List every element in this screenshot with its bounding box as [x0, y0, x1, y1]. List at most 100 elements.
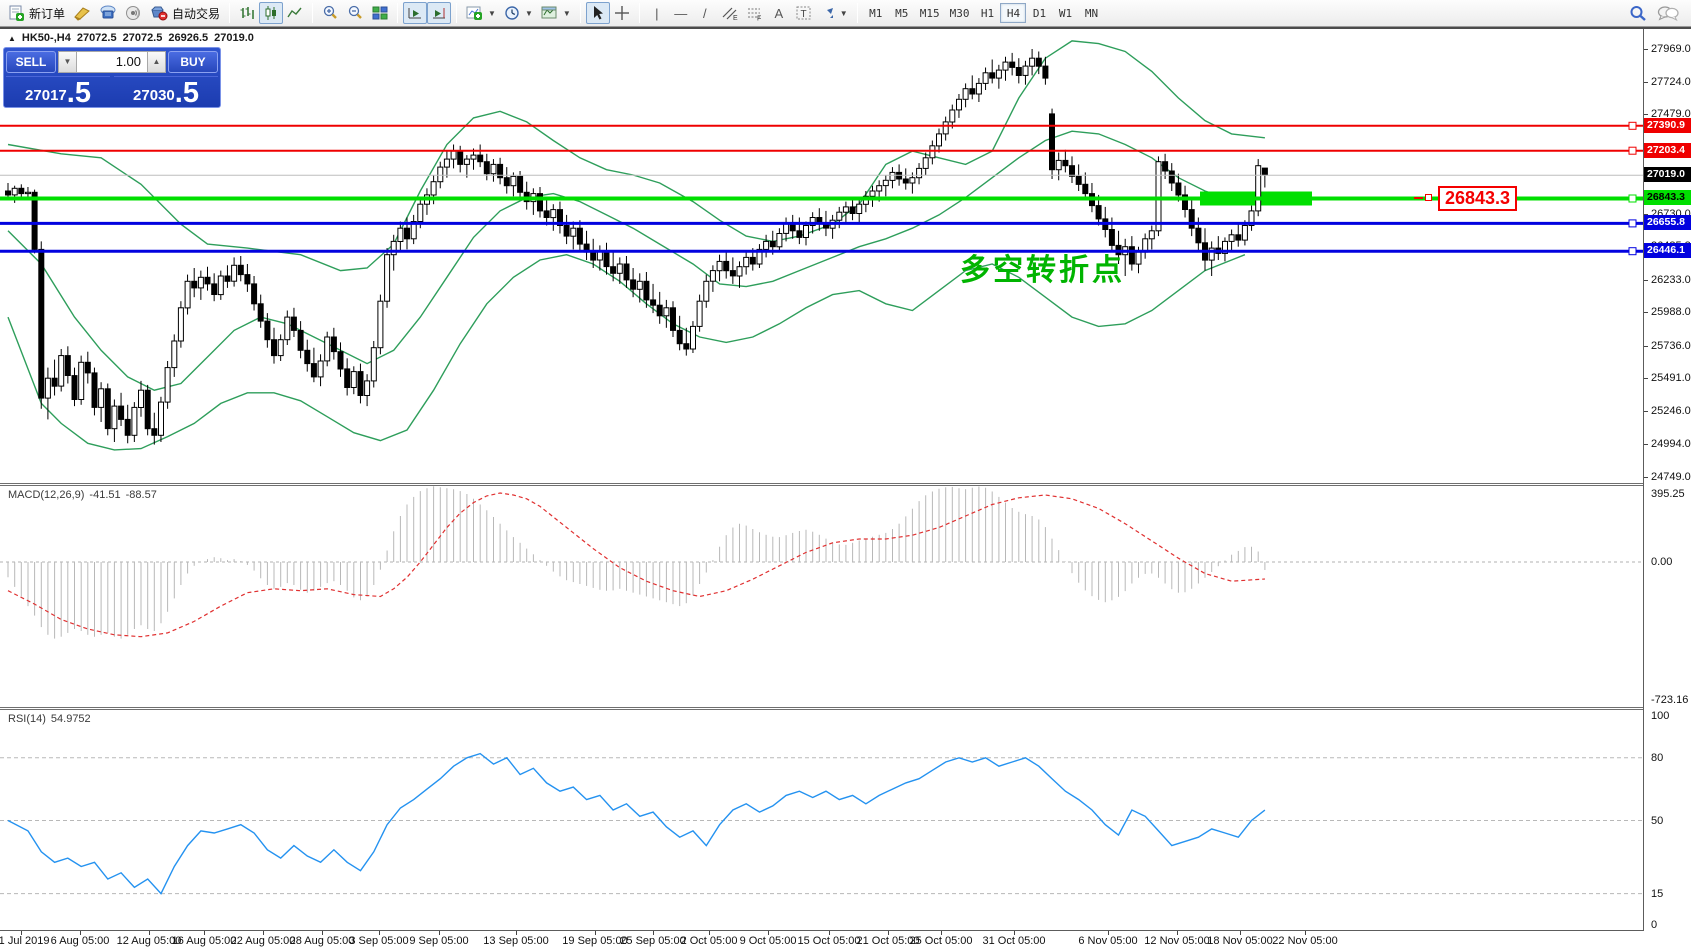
new-order-button[interactable]: 新订单 — [4, 2, 69, 24]
candle-body — [877, 186, 882, 191]
chart-ohlc-header: ▲ HK50-,H4 27072.5 27072.5 26926.5 27019… — [8, 32, 254, 44]
equidistant-channel-button[interactable]: E — [717, 2, 742, 24]
timeframe-m1[interactable]: M1 — [863, 3, 889, 23]
candle-body — [491, 164, 496, 173]
candlestick-chart-icon — [263, 5, 279, 21]
price-tick-mark — [1644, 378, 1648, 379]
timeframe-m30[interactable]: M30 — [945, 3, 975, 23]
label-anchor-handle[interactable] — [1425, 194, 1432, 201]
candle-body — [484, 162, 489, 174]
trendline-button[interactable]: / — [693, 2, 717, 24]
candle-body — [59, 356, 64, 387]
candle-body — [45, 378, 50, 398]
price-callout-label[interactable]: 26843.3 — [1438, 186, 1517, 211]
zoom-in-button[interactable] — [318, 2, 343, 24]
buy-button[interactable]: BUY — [168, 51, 218, 73]
time-label: 3 Sep 05:00 — [349, 935, 408, 947]
rsi-pane[interactable] — [0, 710, 1643, 930]
level-line-handle[interactable] — [1629, 122, 1636, 129]
candle-body — [797, 231, 802, 238]
sell-price[interactable]: 27017.5 — [6, 76, 110, 107]
sell-price-frac: .5 — [67, 81, 91, 106]
buy-price[interactable]: 27030.5 — [114, 76, 218, 107]
candle-body — [677, 330, 682, 343]
indicators-button[interactable]: ▼ — [462, 2, 500, 24]
price-tick-label: 27969.0 — [1651, 43, 1691, 55]
chart-annotation-text[interactable]: 多空转折点 — [960, 245, 1125, 289]
text-button[interactable]: A — [767, 2, 791, 24]
candle-body — [391, 241, 396, 254]
price-tick-label: 25246.0 — [1651, 405, 1691, 417]
candle-body — [225, 276, 230, 281]
arrows-button[interactable]: ▼ — [816, 2, 852, 24]
level-line-handle[interactable] — [1629, 248, 1636, 255]
toolbar-separator — [312, 3, 313, 23]
timeframe-mn[interactable]: MN — [1078, 3, 1104, 23]
signals-button[interactable] — [121, 2, 146, 24]
candle-body — [26, 192, 31, 193]
timeframe-h1[interactable]: H1 — [974, 3, 1000, 23]
bar-chart-button[interactable] — [235, 2, 259, 24]
timeframe-w1[interactable]: W1 — [1052, 3, 1078, 23]
timeframe-d1[interactable]: D1 — [1026, 3, 1052, 23]
candle-body — [930, 146, 935, 158]
fibonacci-button[interactable]: F — [742, 2, 767, 24]
candle-body — [1236, 235, 1241, 240]
timeframe-h4[interactable]: H4 — [1000, 3, 1026, 23]
level-line-handle[interactable] — [1629, 147, 1636, 154]
candle-body — [398, 228, 403, 241]
candle-body — [624, 264, 629, 280]
sell-button[interactable]: SELL — [6, 51, 56, 73]
horizontal-line-button[interactable]: — — [669, 2, 693, 24]
zoom-out-button[interactable] — [343, 2, 368, 24]
timeframe-m15[interactable]: M15 — [915, 3, 945, 23]
volume-field[interactable]: 1.00 — [77, 51, 147, 73]
periods-button[interactable]: ▼ — [500, 2, 537, 24]
candle-body — [717, 261, 722, 270]
candle-body — [52, 378, 57, 386]
collapse-panel-icon[interactable]: ▲ — [8, 34, 16, 43]
cursor-button[interactable] — [586, 2, 610, 24]
line-chart-button[interactable] — [283, 2, 307, 24]
price-tick-label: 27724.0 — [1651, 76, 1691, 88]
auto-scroll-button[interactable] — [403, 2, 427, 24]
volume-decrease-button[interactable]: ▼ — [58, 51, 77, 73]
timeframe-m5[interactable]: M5 — [889, 3, 915, 23]
candle-body — [684, 344, 689, 349]
candle-body — [1063, 160, 1068, 165]
vertical-line-button[interactable]: | — [645, 2, 669, 24]
macd-pane[interactable] — [0, 486, 1643, 707]
candle-body — [99, 389, 104, 408]
autotrading-button[interactable]: 自动交易 — [146, 2, 224, 24]
candle-body — [438, 167, 443, 182]
volume-increase-button[interactable]: ▲ — [147, 51, 166, 73]
candle-body — [657, 305, 662, 316]
candle-body — [1242, 226, 1247, 241]
candlestick-chart-button[interactable] — [259, 2, 283, 24]
main-chart-pane[interactable] — [0, 30, 1643, 483]
search-icon[interactable] — [1629, 5, 1647, 22]
level-line-handle[interactable] — [1629, 220, 1636, 227]
time-axis[interactable]: 31 Jul 20196 Aug 05:0012 Aug 05:0016 Aug… — [0, 931, 1691, 952]
level-line-handle[interactable] — [1629, 195, 1636, 202]
templates-button[interactable]: ▼ — [537, 2, 575, 24]
styles-button[interactable] — [69, 2, 95, 24]
candle-body — [957, 99, 962, 110]
chat-icon[interactable] — [1657, 5, 1679, 22]
pane-separator[interactable] — [0, 707, 1691, 710]
pane-separator[interactable] — [0, 483, 1691, 486]
tile-windows-button[interactable] — [368, 2, 392, 24]
market-depth-button[interactable] — [95, 2, 121, 24]
candle-body — [498, 164, 503, 177]
chart-shift-button[interactable] — [427, 2, 451, 24]
sell-price-main: 27017 — [25, 88, 67, 103]
dropdown-caret-icon: ▼ — [525, 9, 533, 18]
crosshair-button[interactable] — [610, 2, 634, 24]
text-label-button[interactable]: T — [791, 2, 816, 24]
candle-body — [504, 178, 509, 186]
macd-scale-zero: 0.00 — [1651, 556, 1672, 568]
price-axis[interactable]: 27969.027724.027479.026730.026485.826233… — [1644, 29, 1691, 931]
candle-body — [358, 372, 363, 396]
candle-body — [252, 284, 257, 304]
toolbar: 新订单 自动交易 — [0, 0, 1691, 27]
